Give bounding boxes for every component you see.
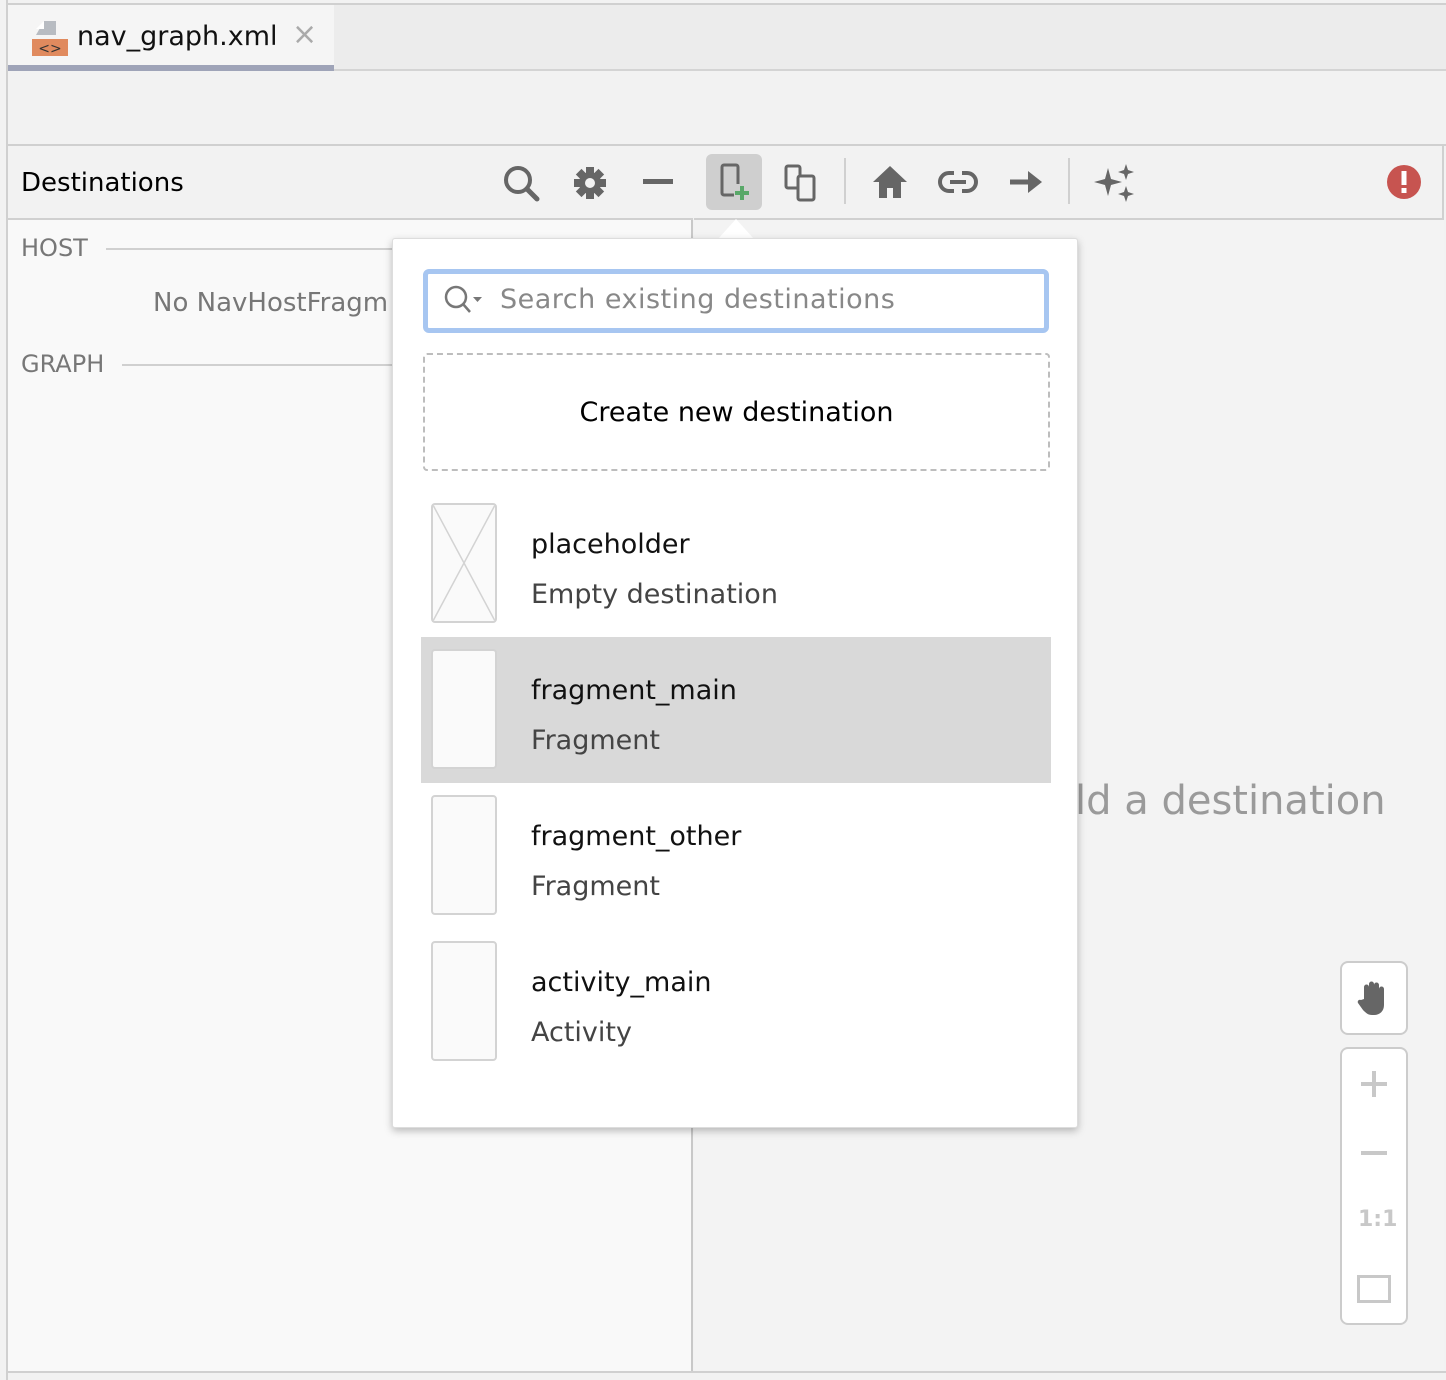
auto-arrange-button[interactable] — [1086, 154, 1142, 210]
deeplink-button[interactable] — [930, 154, 986, 210]
destination-item-activity-main[interactable]: activity_main Activity — [421, 929, 1051, 1075]
tab-label: nav_graph.xml — [77, 21, 278, 52]
destination-name: fragment_other — [531, 821, 742, 852]
create-new-destination-button[interactable]: Create new destination — [423, 353, 1050, 471]
destination-item-placeholder[interactable]: placeholder Empty destination — [421, 491, 1051, 637]
popup-pointer — [718, 219, 754, 239]
canvas-hint-text: ld a destination — [1075, 778, 1386, 824]
activity-thumbnail — [431, 941, 497, 1061]
pan-hand-icon — [1357, 981, 1384, 1015]
svg-text:<>: <> — [38, 41, 61, 57]
destination-type: Empty destination — [531, 579, 778, 610]
zoom-in-icon[interactable] — [1361, 1071, 1387, 1097]
minimize-icon[interactable] — [643, 179, 673, 184]
close-icon[interactable]: × — [292, 17, 317, 52]
fragment-thumbnail — [431, 649, 497, 769]
panel-title: Destinations — [21, 168, 184, 198]
destination-name: placeholder — [531, 529, 690, 560]
action-arrow-icon — [1010, 171, 1042, 193]
search-icon — [444, 285, 482, 313]
editor-top-toolbar — [8, 71, 1446, 146]
new-destination-button[interactable] — [706, 154, 762, 210]
error-icon — [1387, 165, 1421, 199]
destination-item-fragment-other[interactable]: fragment_other Fragment — [421, 783, 1051, 929]
create-label: Create new destination — [579, 396, 894, 428]
nested-graph-icon — [784, 164, 816, 202]
xml-file-icon: <> — [32, 21, 68, 57]
destination-type: Fragment — [531, 871, 660, 902]
destinations-panel-header: Destinations — [8, 146, 693, 220]
section-graph: GRAPH — [21, 350, 105, 378]
destination-name: activity_main — [531, 967, 712, 998]
zoom-controls: 1:1 — [1340, 1047, 1408, 1325]
fragment-thumbnail — [431, 795, 497, 915]
search-destinations-input[interactable]: Search existing destinations — [423, 269, 1049, 333]
nav-editor-toolbar — [694, 146, 1444, 220]
error-indicator[interactable] — [1376, 154, 1432, 210]
new-destination-popup: Search existing destinations Create new … — [392, 238, 1078, 1128]
gear-icon[interactable] — [572, 165, 608, 201]
actual-size-icon[interactable]: 1:1 — [1358, 1207, 1397, 1232]
search-icon[interactable] — [502, 164, 542, 204]
zoom-out-icon[interactable] — [1361, 1151, 1387, 1155]
add-action-button[interactable] — [998, 154, 1054, 210]
nested-graph-button[interactable] — [774, 154, 830, 210]
placeholder-thumbnail — [431, 503, 497, 623]
host-empty-text: No NavHostFragm — [153, 288, 389, 318]
tab-nav-graph[interactable]: <> nav_graph.xml × — [8, 5, 334, 71]
home-icon — [873, 166, 907, 198]
destination-name: fragment_main — [531, 675, 737, 706]
search-placeholder: Search existing destinations — [500, 284, 896, 315]
new-destination-icon — [720, 163, 750, 200]
deeplink-icon — [938, 171, 978, 193]
auto-arrange-icon — [1094, 164, 1134, 202]
destination-type: Fragment — [531, 725, 660, 756]
destination-item-fragment-main[interactable]: fragment_main Fragment — [421, 637, 1051, 783]
bottom-border — [8, 1371, 1446, 1373]
destination-type: Activity — [531, 1017, 632, 1048]
set-start-destination-button[interactable] — [862, 154, 918, 210]
pan-button[interactable] — [1340, 961, 1408, 1035]
section-host: HOST — [21, 234, 88, 262]
fit-screen-icon[interactable] — [1357, 1275, 1391, 1303]
